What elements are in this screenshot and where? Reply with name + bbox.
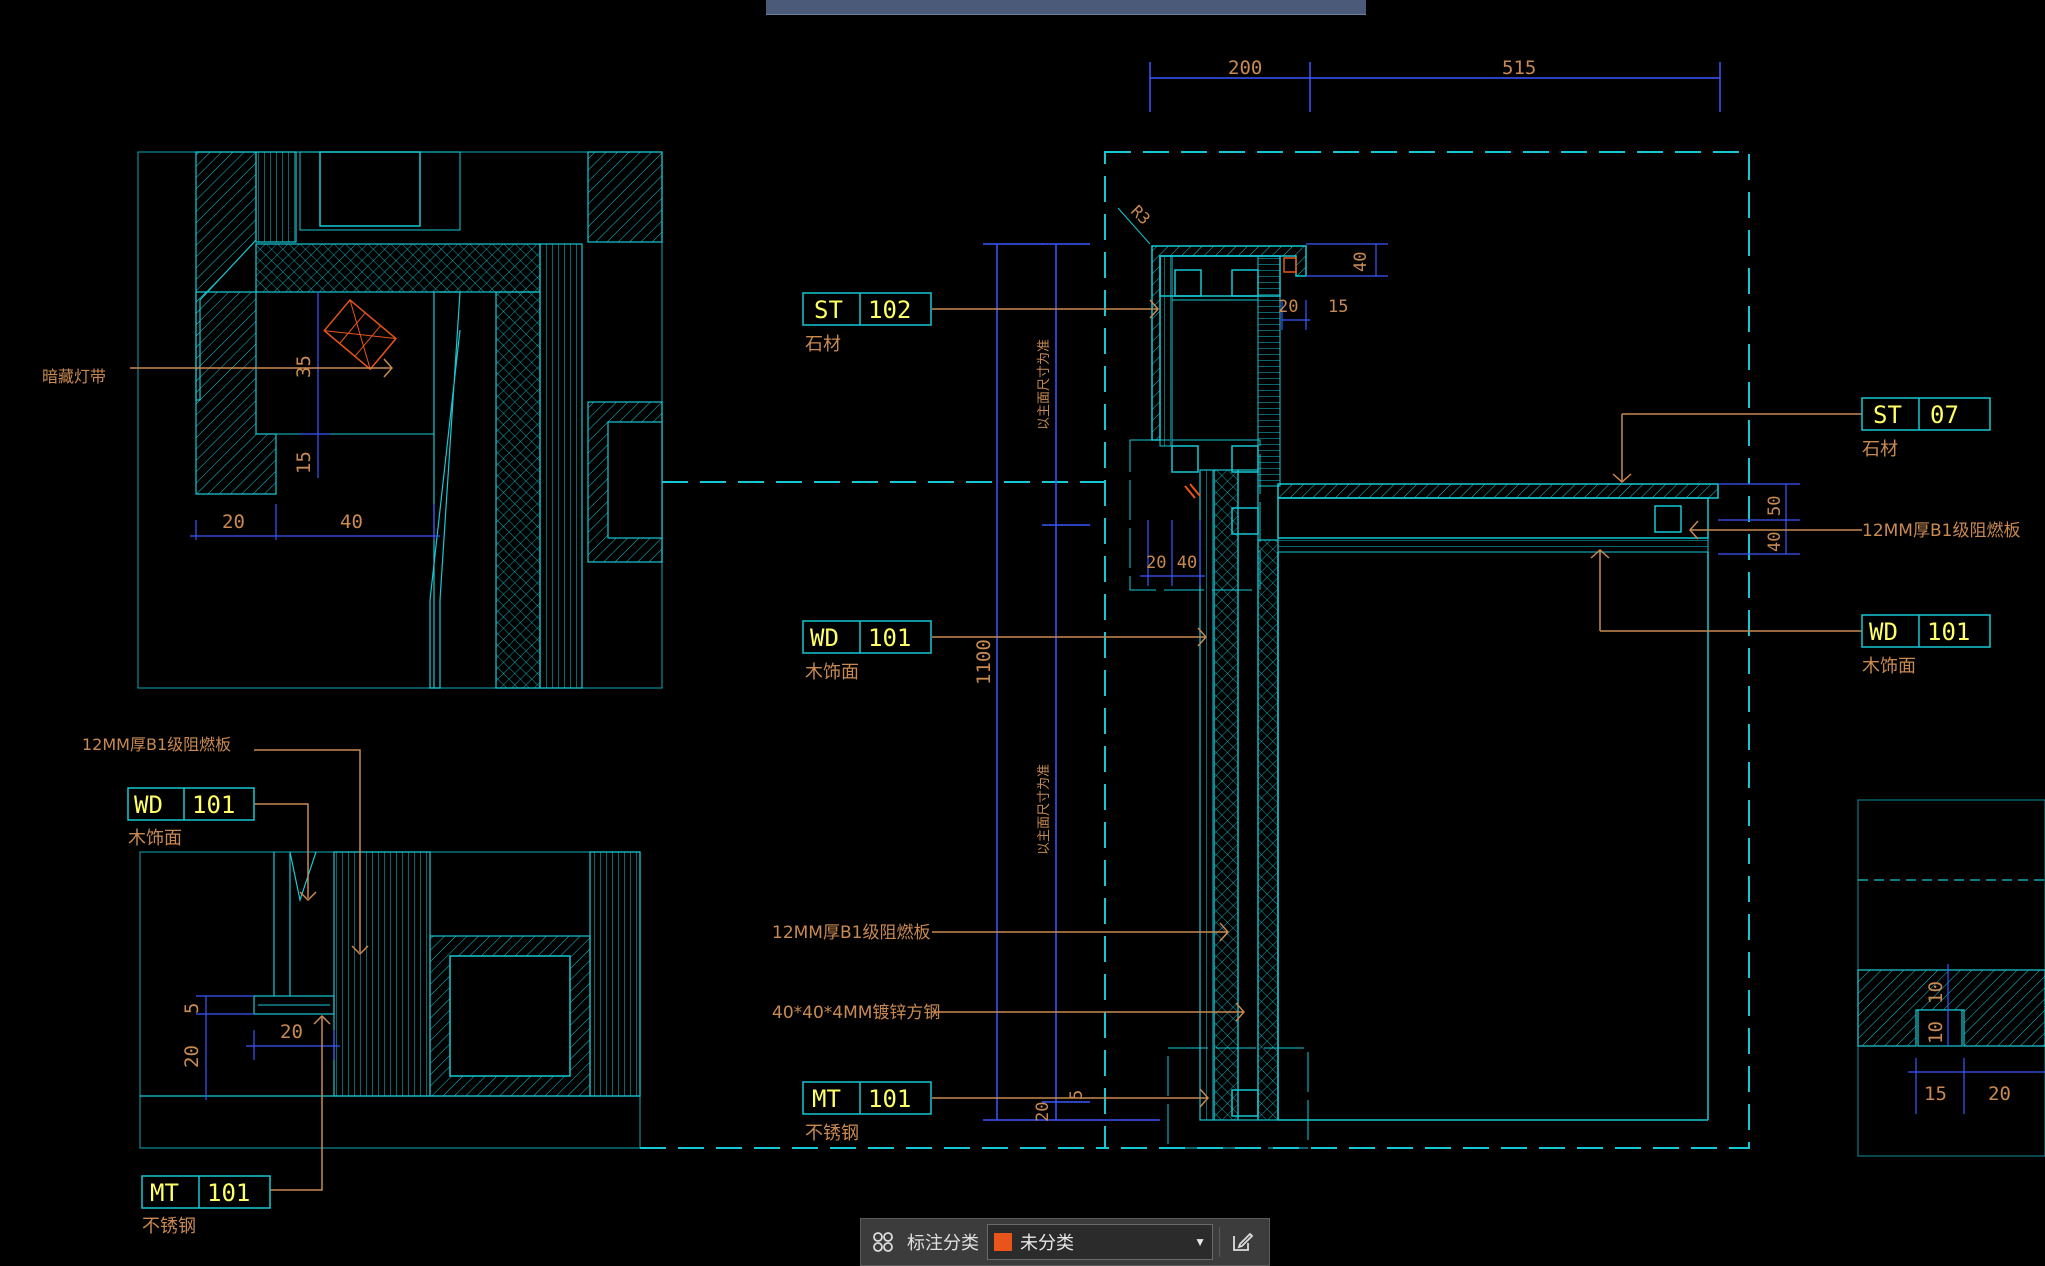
dim-right-10b: 10 bbox=[1925, 1021, 1947, 1044]
dim-left-35: 35 bbox=[293, 355, 315, 378]
caret-down-icon: ▼ bbox=[1194, 1235, 1206, 1249]
category-color-swatch bbox=[994, 1233, 1012, 1251]
steel-tube-column bbox=[1199, 469, 1215, 1121]
tag-wd101-mid-code: WD bbox=[810, 624, 839, 652]
dim-right-20: 20 bbox=[1988, 1083, 2011, 1105]
tag-mt101-left[interactable]: MT 101 不锈钢 bbox=[141, 1175, 271, 1237]
main-leaders bbox=[932, 299, 1862, 1108]
tag-mt101-left-num: 101 bbox=[207, 1179, 250, 1207]
tag-st07-num: 07 bbox=[1930, 401, 1959, 429]
note-board-mid: 12MM厚B1级阻燃板 bbox=[772, 923, 930, 943]
tag-mt101-mid[interactable]: MT 101 不锈钢 bbox=[802, 1081, 932, 1144]
tag-wd101-mid-desc: 木饰面 bbox=[805, 662, 859, 683]
tag-wd101-left-num: 101 bbox=[192, 791, 235, 819]
tag-wd101-right-num: 101 bbox=[1927, 618, 1970, 646]
tag-wd101-left-code: WD bbox=[134, 791, 163, 819]
tag-st102-desc: 石材 bbox=[805, 334, 841, 355]
note-board-right: 12MM厚B1级阻燃板 bbox=[1862, 521, 2020, 541]
annotation-toolbar: 标注分类 未分类 ▼ bbox=[860, 1218, 1270, 1266]
category-selected-value: 未分类 bbox=[1020, 1233, 1074, 1254]
dim-200: 200 bbox=[1228, 57, 1262, 79]
dim-bl-20v: 20 bbox=[181, 1045, 203, 1068]
dim-right-15: 15 bbox=[1924, 1083, 1947, 1105]
dim-20-top: 20 bbox=[1278, 297, 1298, 317]
dim-40-top: 40 bbox=[1351, 252, 1371, 272]
tag-mt101-left-desc: 不锈钢 bbox=[142, 1216, 196, 1237]
dim-left-15: 15 bbox=[293, 451, 315, 474]
tag-mt101-mid-code: MT bbox=[812, 1085, 841, 1113]
tag-wd101-left[interactable]: WD 101 木饰面 bbox=[127, 787, 255, 849]
grid-button[interactable] bbox=[861, 1219, 905, 1265]
detail-right-partial: 10 10 15 20 bbox=[1857, 799, 2045, 1157]
dim-50: 50 bbox=[1765, 496, 1785, 516]
tag-wd101-right[interactable]: WD 101 木饰面 bbox=[1861, 614, 1991, 677]
tag-st07-code: ST bbox=[1873, 401, 1902, 429]
shelf-core bbox=[1277, 497, 1709, 539]
dim-left-40: 40 bbox=[340, 511, 363, 533]
dim-left-20: 20 bbox=[222, 511, 245, 533]
dim-1100: 1100 bbox=[973, 639, 995, 685]
dim-vertical-note-2: 以主面尺寸为准 bbox=[1037, 764, 1052, 855]
stone-shelf bbox=[1277, 483, 1719, 499]
tag-mt101-left-code: MT bbox=[150, 1179, 179, 1207]
cad-drawing-canvas[interactable]: 200 515 1100 以主面尺寸为准 以主面尺寸为准 5 20 40 20 … bbox=[0, 0, 2045, 1266]
dim-20-bottom: 20 bbox=[1033, 1102, 1053, 1122]
detail-bottom-left: 5 20 20 bbox=[139, 851, 641, 1149]
wood-panel-left bbox=[1213, 469, 1239, 1121]
annotation-category-label: 标注分类 bbox=[907, 1233, 979, 1254]
tag-wd101-left-desc: 木饰面 bbox=[128, 828, 182, 849]
detail-top-left: 35 15 20 40 bbox=[137, 151, 663, 689]
tag-wd101-mid-num: 101 bbox=[868, 624, 911, 652]
tag-wd101-right-desc: 木饰面 bbox=[1862, 656, 1916, 677]
tag-st07[interactable]: ST 07 石材 bbox=[1861, 397, 1991, 460]
note-steel-tube: 40*40*4MM镀锌方钢 bbox=[772, 1003, 940, 1023]
dim-20-40: 20 40 bbox=[1146, 553, 1197, 573]
dim-right-10: 10 bbox=[1925, 981, 1947, 1004]
tag-wd101-mid[interactable]: WD 101 木饰面 bbox=[802, 620, 932, 683]
note-hidden-light: 暗藏灯带 bbox=[42, 367, 106, 386]
tag-mt101-mid-num: 101 bbox=[868, 1085, 911, 1113]
edit-icon bbox=[1233, 1232, 1254, 1251]
main-section: 200 515 1100 以主面尺寸为准 以主面尺寸为准 5 20 40 20 … bbox=[640, 57, 1800, 1149]
annotation-category-select[interactable]: 未分类 ▼ bbox=[987, 1224, 1213, 1260]
dim-515: 515 bbox=[1502, 57, 1536, 79]
wood-panel-right bbox=[1257, 539, 1279, 1121]
edit-button[interactable] bbox=[1220, 1219, 1264, 1265]
note-board-left: 12MM厚B1级阻燃板 bbox=[82, 735, 231, 754]
tag-st102-code: ST bbox=[814, 296, 843, 324]
tag-st102[interactable]: ST 102 石材 bbox=[802, 292, 932, 355]
dim-15-top: 15 bbox=[1328, 297, 1348, 317]
tag-wd101-right-code: WD bbox=[1869, 618, 1898, 646]
dim-bl-5: 5 bbox=[181, 1003, 203, 1014]
dim-r3: R3 bbox=[1127, 201, 1154, 228]
dim-40-right: 40 bbox=[1765, 532, 1785, 552]
grid-icon bbox=[873, 1232, 893, 1252]
hidden-light-fixture bbox=[323, 298, 398, 371]
dim-vertical-note-1: 以主面尺寸为准 bbox=[1037, 339, 1052, 430]
tag-st07-desc: 石材 bbox=[1862, 439, 1898, 460]
tag-st102-num: 102 bbox=[868, 296, 911, 324]
tag-mt101-mid-desc: 不锈钢 bbox=[805, 1123, 859, 1144]
dim-bl-20h: 20 bbox=[280, 1021, 303, 1043]
